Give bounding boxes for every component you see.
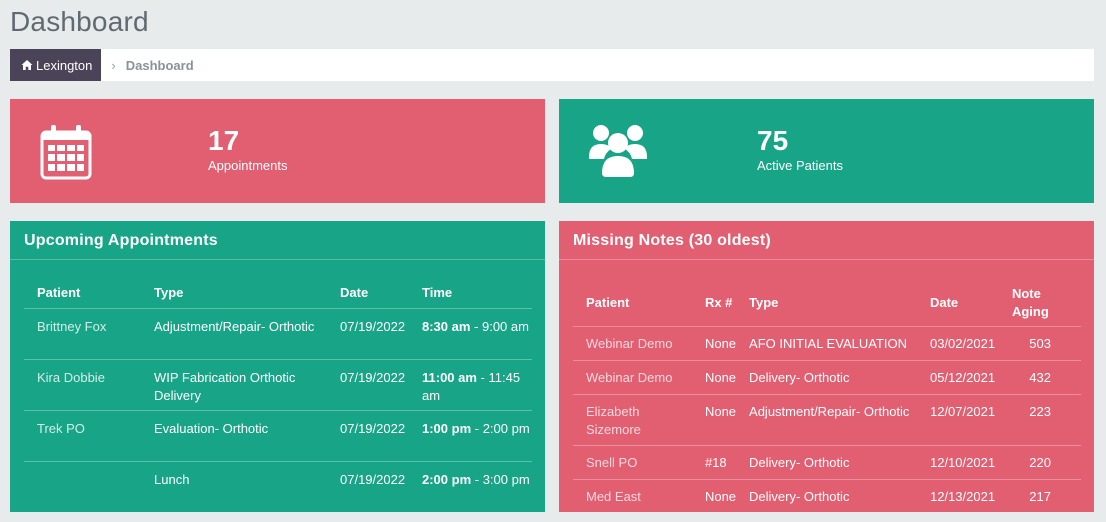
time-end: - 2:00 pm (471, 420, 530, 436)
upcoming-appointments-panel: Upcoming Appointments Patient Type Date … (10, 221, 545, 512)
note-aging: 223 (998, 394, 1081, 446)
patient-name[interactable]: Brittney Fox (24, 308, 141, 360)
rx-number: None (691, 394, 737, 446)
appointment-time: 1:00 pm - 2:00 pm (409, 410, 532, 462)
appointment-date: 07/19/2022 (327, 359, 409, 411)
missing-notes-table: Patient Rx # Type Date Note Aging Webina… (573, 280, 1081, 512)
table-row[interactable]: Elizabeth Sizemore None Adjustment/Repai… (573, 394, 1081, 446)
active-patients-count: 75 (757, 125, 789, 156)
appointment-time: 2:00 pm - 3:00 pm (409, 461, 532, 512)
calendar-icon (40, 125, 92, 180)
patient-name[interactable]: Kira Dobbie (24, 359, 141, 411)
appointments-count: 17 (208, 125, 240, 156)
time-end: - 3:00 pm (471, 471, 530, 487)
appointment-time: 8:30 am - 9:00 am (409, 308, 532, 360)
breadcrumb-current: Dashboard (125, 57, 194, 73)
rx-number: None (691, 326, 737, 361)
time-start: 1:00 pm (422, 420, 472, 436)
note-type: AFO INITIAL EVALUATION (736, 326, 917, 361)
note-date: 12/13/2021 (916, 479, 999, 512)
note-aging: 432 (998, 360, 1081, 395)
table-row[interactable]: Kira Dobbie WIP Fabrication Orthotic Del… (24, 359, 532, 411)
page-title: Dashboard (10, 6, 149, 37)
rx-number: None (691, 360, 737, 395)
appointment-time: 11:00 am - 11:45 am (409, 359, 532, 411)
note-type: Delivery- Orthotic (736, 360, 917, 395)
appointment-type: WIP Fabrication Orthotic Delivery (141, 359, 327, 411)
time-start: 8:30 am (422, 318, 471, 334)
upcoming-appointments-title: Upcoming Appointments (10, 221, 545, 260)
breadcrumb-home-label: Lexington (36, 57, 93, 73)
time-start: 11:00 am (422, 369, 477, 385)
column-header-type[interactable]: Type (141, 277, 327, 309)
column-header-patient[interactable]: Patient (573, 280, 692, 327)
note-type: Delivery- Orthotic (736, 479, 917, 512)
users-icon (589, 125, 647, 177)
home-icon (21, 60, 33, 70)
chevron-right-icon: › (111, 57, 116, 73)
column-header-note-aging[interactable]: Note Aging (998, 280, 1081, 327)
note-aging: 503 (998, 326, 1081, 361)
active-patients-label: Active Patients (757, 158, 843, 173)
note-date: 05/12/2021 (916, 360, 999, 395)
column-header-type[interactable]: Type (736, 280, 917, 327)
missing-notes-panel: Missing Notes (30 oldest) Patient Rx # T… (559, 221, 1094, 512)
rx-number: None (691, 479, 737, 512)
note-type: Adjustment/Repair- Orthotic (736, 394, 917, 446)
column-header-rx[interactable]: Rx # (691, 280, 737, 327)
patient-name[interactable]: Med East (573, 479, 692, 512)
breadcrumb: Lexington › Dashboard (10, 49, 1094, 81)
active-patients-stat-card[interactable]: 75 Active Patients (559, 99, 1094, 203)
column-header-date[interactable]: Date (327, 277, 409, 309)
table-row[interactable]: Lunch 07/19/2022 2:00 pm - 3:00 pm (24, 461, 532, 512)
appointments-label: Appointments (208, 158, 288, 173)
table-row[interactable]: Webinar Demo None AFO INITIAL EVALUATION… (573, 326, 1081, 361)
rx-number: #18 (691, 445, 737, 480)
appointment-type: Lunch (141, 461, 327, 512)
patient-name[interactable]: Snell PO (573, 445, 692, 480)
patient-name[interactable]: Trek PO (24, 410, 141, 462)
patient-name[interactable]: Webinar Demo (573, 360, 692, 395)
table-row[interactable]: Med East None Delivery- Orthotic 12/13/2… (573, 479, 1081, 512)
table-row[interactable]: Trek PO Evaluation- Orthotic 07/19/2022 … (24, 410, 532, 462)
note-aging: 220 (998, 445, 1081, 480)
note-date: 12/07/2021 (916, 394, 999, 446)
note-aging: 217 (998, 479, 1081, 512)
table-row[interactable]: Webinar Demo None Delivery- Orthotic 05/… (573, 360, 1081, 395)
note-date: 03/02/2021 (916, 326, 999, 361)
patient-name[interactable]: Webinar Demo (573, 326, 692, 361)
note-date: 12/10/2021 (916, 445, 999, 480)
appointments-table: Patient Type Date Time Brittney Fox Adju… (24, 277, 532, 512)
column-header-time[interactable]: Time (409, 277, 532, 309)
patient-name[interactable]: Elizabeth Sizemore (573, 394, 692, 446)
time-start: 2:00 pm (422, 471, 472, 487)
appointment-type: Adjustment/Repair- Orthotic (141, 308, 327, 360)
note-type: Delivery- Orthotic (736, 445, 917, 480)
table-row[interactable]: Brittney Fox Adjustment/Repair- Orthotic… (24, 308, 532, 360)
column-header-patient[interactable]: Patient (24, 277, 141, 309)
appointment-type: Evaluation- Orthotic (141, 410, 327, 462)
appointment-date: 07/19/2022 (327, 461, 409, 512)
breadcrumb-home-link[interactable]: Lexington (10, 49, 102, 81)
column-header-date[interactable]: Date (916, 280, 999, 327)
appointment-date: 07/19/2022 (327, 410, 409, 462)
patient-name[interactable] (24, 461, 141, 512)
missing-notes-title: Missing Notes (30 oldest) (559, 221, 1094, 260)
time-end: - 9:00 am (470, 318, 529, 334)
table-row[interactable]: Snell PO #18 Delivery- Orthotic 12/10/20… (573, 445, 1081, 480)
appointment-date: 07/19/2022 (327, 308, 409, 360)
appointments-stat-card[interactable]: 17 Appointments (10, 99, 545, 203)
